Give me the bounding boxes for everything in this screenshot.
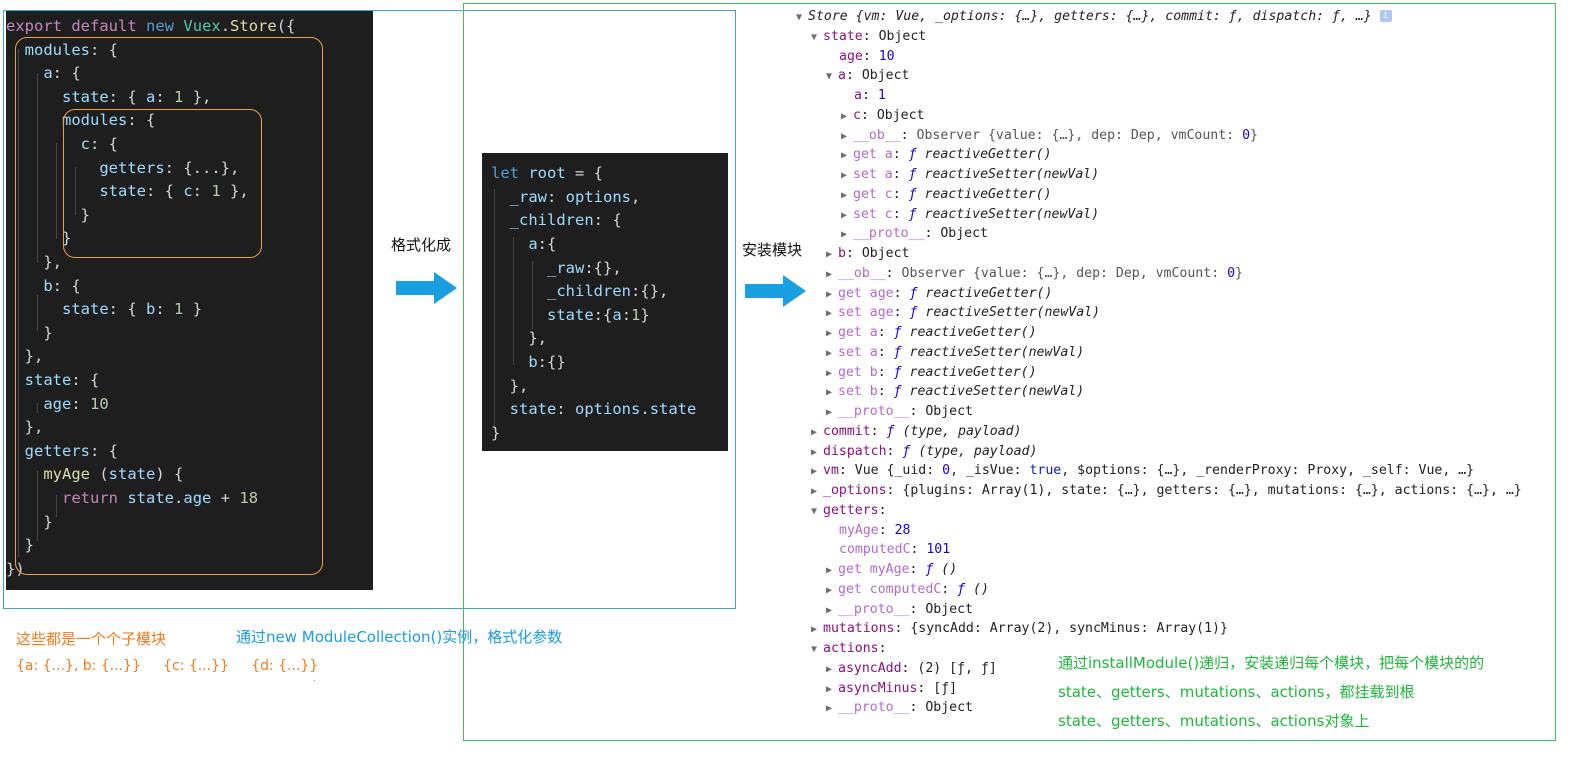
tree-row-myage: myAge: 28: [839, 523, 911, 538]
tree-row-get-myage[interactable]: ▶ get myAge: ƒ (): [826, 560, 957, 580]
collapsed-triangle-icon[interactable]: ▶: [841, 186, 853, 206]
tree-row-mutations[interactable]: ▶ mutations: {syncAdd: Array(2), syncMinu…: [811, 619, 1228, 639]
code-line: let root = {: [491, 164, 603, 182]
collapsed-triangle-icon[interactable]: ▶: [826, 699, 838, 719]
tree-row-get-b[interactable]: ▶ get b: ƒ reactiveGetter(): [826, 363, 1037, 383]
collapsed-triangle-icon[interactable]: ▶: [811, 620, 823, 640]
tree-row-proto[interactable]: ▶ __proto__: Object: [826, 600, 973, 620]
collapsed-triangle-icon[interactable]: ▶: [811, 423, 823, 443]
tree-row-a[interactable]: ▼ a: Object: [826, 66, 909, 86]
collapsed-triangle-icon[interactable]: ▶: [826, 265, 838, 285]
code-line: b:{}: [528, 353, 566, 371]
collapsed-triangle-icon[interactable]: ▶: [826, 344, 838, 364]
submodules-note: 这些都是一个个子模块: [16, 630, 167, 648]
tree-row-actions[interactable]: ▼ actions:: [811, 639, 887, 659]
code-line: },: [491, 329, 547, 347]
collapsed-triangle-icon[interactable]: ▶: [826, 304, 838, 324]
nested-modules-highlight: [63, 109, 262, 258]
collapsed-triangle-icon[interactable]: ▶: [826, 245, 838, 265]
tree-row-vm[interactable]: ▶ vm: Vue {_uid: 0, _isVue: true, $option…: [811, 461, 1474, 481]
tree-row-store[interactable]: ▼ Store {vm: Vue, _options: {…}, getters:…: [796, 7, 1392, 27]
tree-row-proto[interactable]: ▶ __proto__: Object: [826, 402, 973, 422]
collapsed-triangle-icon[interactable]: ▶: [811, 462, 823, 482]
collapsed-triangle-icon[interactable]: ▶: [826, 561, 838, 581]
submodules-examples: {a: {...}, b: {...}} {c: {...}} {d: {...…: [16, 658, 319, 674]
tree-row-get-a[interactable]: ▶ get a: ƒ reactiveGetter(): [841, 145, 1052, 165]
tree-row-proto[interactable]: ▶ __proto__: Object: [841, 224, 988, 244]
tree-row-a-a: a: 1: [854, 88, 886, 103]
code-line: _raw: options,: [509, 188, 641, 206]
format-label: 格式化成: [391, 236, 452, 254]
stray-dot: .: [313, 673, 317, 684]
tree-row-get-age[interactable]: ▶ get age: ƒ reactiveGetter(): [826, 284, 1052, 304]
code-line: state: options.state: [509, 400, 697, 418]
tree-row-commit[interactable]: ▶ commit: ƒ (type, payload): [811, 422, 1022, 442]
tree-row-set-a[interactable]: ▶ set a: ƒ reactiveSetter(newVal): [826, 343, 1084, 363]
tree-row-options[interactable]: ▶ _options: {plugins: Array(1), state: {……: [811, 481, 1522, 501]
tree-row-set-age[interactable]: ▶ set age: ƒ reactiveSetter(newVal): [826, 303, 1100, 323]
tree-row-asyncadd[interactable]: ▶ asyncAdd: (2) [ƒ, ƒ]: [826, 659, 997, 679]
tree-row-set-a[interactable]: ▶ set a: ƒ reactiveSetter(newVal): [841, 165, 1099, 185]
install-note-2: state、getters、mutations、actions，都挂载到根: [1058, 683, 1415, 701]
collapsed-triangle-icon[interactable]: ▶: [826, 403, 838, 423]
info-icon[interactable]: i: [1379, 10, 1392, 22]
collapsed-triangle-icon[interactable]: ▶: [841, 225, 853, 245]
tree-row-getters[interactable]: ▼ getters:: [811, 501, 887, 521]
collapsed-triangle-icon[interactable]: ▶: [826, 364, 838, 384]
install-note-1: 通过installModule()递归，安装递归每个模块，把每个模块的的: [1058, 654, 1485, 672]
collection-note: 通过new ModuleCollection()实例，格式化参数: [236, 628, 563, 646]
expanded-triangle-icon[interactable]: ▼: [826, 67, 838, 87]
tree-row-b[interactable]: ▶ b: Object: [826, 244, 909, 264]
code-line: state:{a:1}: [547, 306, 650, 324]
expanded-triangle-icon[interactable]: ▼: [811, 640, 823, 660]
expanded-triangle-icon[interactable]: ▼: [796, 8, 808, 28]
collapsed-triangle-icon[interactable]: ▶: [811, 443, 823, 463]
collapsed-triangle-icon[interactable]: ▶: [841, 107, 853, 127]
collapsed-triangle-icon[interactable]: ▶: [811, 482, 823, 502]
collapsed-triangle-icon[interactable]: ▶: [826, 601, 838, 621]
install-note-3: state、getters、mutations、actions对象上: [1058, 712, 1370, 730]
module-collection-code: let root = { _raw: options, _children: {…: [482, 153, 728, 451]
code-line: }: [491, 424, 501, 442]
collapsed-triangle-icon[interactable]: ▶: [841, 166, 853, 186]
code-line: _children: {: [509, 211, 622, 229]
collapsed-triangle-icon[interactable]: ▶: [841, 146, 853, 166]
tree-row-proto[interactable]: ▶ __proto__: Object: [826, 698, 973, 718]
tree-row-dispatch[interactable]: ▶ dispatch: ƒ (type, payload): [811, 442, 1037, 462]
collapsed-triangle-icon[interactable]: ▶: [826, 680, 838, 700]
tree-row-asyncminus[interactable]: ▶ asyncMinus: [ƒ]: [826, 679, 957, 699]
install-label: 安装模块: [742, 241, 803, 259]
expanded-triangle-icon[interactable]: ▼: [811, 28, 823, 48]
code-line: export default new Vuex.Store({: [6, 17, 296, 35]
collapsed-triangle-icon[interactable]: ▶: [826, 383, 838, 403]
tree-row-state[interactable]: ▼ state: Object: [811, 27, 926, 47]
code-line: _children:{},: [547, 282, 669, 300]
collapsed-triangle-icon[interactable]: ▶: [841, 127, 853, 147]
collapsed-triangle-icon[interactable]: ▶: [826, 581, 838, 601]
expanded-triangle-icon[interactable]: ▼: [811, 502, 823, 522]
code-line: },: [491, 377, 529, 395]
tree-row-ob[interactable]: ▶ __ob__: Observer {value: {…}, dep: Dep,…: [826, 264, 1243, 284]
tree-row-ob[interactable]: ▶ __ob__: Observer {value: {…}, dep: Dep,…: [841, 126, 1258, 146]
arrow-right-icon: [745, 275, 806, 307]
collapsed-triangle-icon[interactable]: ▶: [826, 660, 838, 680]
tree-row-get-computedc[interactable]: ▶ get computedC: ƒ (): [826, 580, 989, 600]
tree-row-get-a[interactable]: ▶ get a: ƒ reactiveGetter(): [826, 323, 1037, 343]
tree-row-set-b[interactable]: ▶ set b: ƒ reactiveSetter(newVal): [826, 382, 1084, 402]
code-line: _raw:{},: [547, 259, 622, 277]
tree-row-age: age: 10: [839, 49, 895, 64]
tree-row-c[interactable]: ▶ c: Object: [841, 106, 924, 126]
tree-row-set-c[interactable]: ▶ set c: ƒ reactiveSetter(newVal): [841, 205, 1099, 225]
tree-row-get-c[interactable]: ▶ get c: ƒ reactiveGetter(): [841, 185, 1052, 205]
collapsed-triangle-icon[interactable]: ▶: [826, 285, 838, 305]
tree-row-computedc: computedC: 101: [839, 542, 951, 557]
arrow-right-icon: [396, 272, 457, 304]
code-line: a:{: [528, 235, 557, 253]
collapsed-triangle-icon[interactable]: ▶: [826, 324, 838, 344]
collapsed-triangle-icon[interactable]: ▶: [841, 206, 853, 226]
